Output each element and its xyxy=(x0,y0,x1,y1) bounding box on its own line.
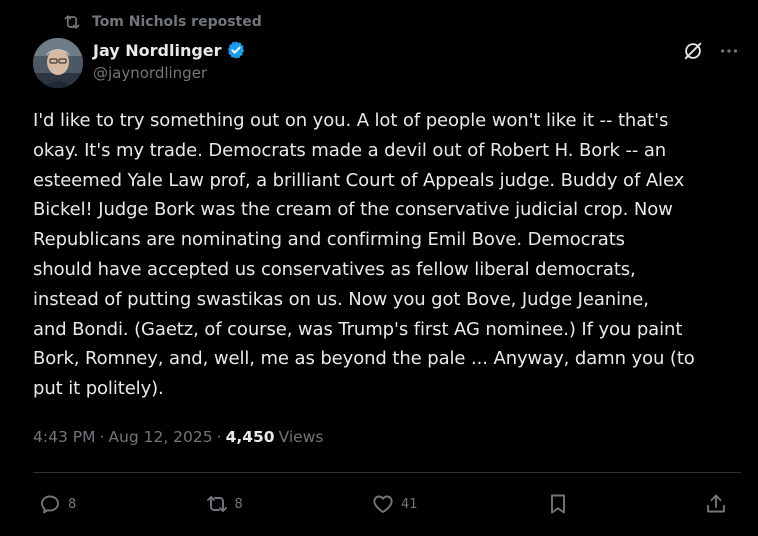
share-icon xyxy=(704,492,728,516)
repost-label: Tom Nichols reposted xyxy=(92,14,262,30)
share-button[interactable] xyxy=(704,492,734,516)
avatar[interactable] xyxy=(33,38,83,88)
avatar-image xyxy=(33,38,83,88)
author-handle[interactable]: @jaynordlinger xyxy=(93,64,246,82)
reply-count: 8 xyxy=(68,496,77,512)
bookmark-icon xyxy=(546,492,570,516)
repost-icon xyxy=(205,492,229,516)
more-icon[interactable] xyxy=(718,40,740,62)
repost-button[interactable]: 8 xyxy=(205,492,243,516)
meta-separator: · xyxy=(216,428,222,446)
repost-count: 8 xyxy=(234,496,243,512)
tweet-meta: 4:43 PM · Aug 12, 2025 · 4,450 Views xyxy=(33,428,323,446)
tweet-text: I'd like to try something out on you. A … xyxy=(33,110,695,400)
verified-badge-icon[interactable] xyxy=(226,40,246,60)
repost-indicator[interactable]: Tom Nichols reposted xyxy=(62,12,262,32)
author-info: Jay Nordlinger @jaynordlinger xyxy=(93,38,246,82)
like-button[interactable]: 41 xyxy=(371,492,418,516)
action-bar: 8 8 41 xyxy=(38,488,734,520)
like-count: 41 xyxy=(401,496,418,512)
bookmark-button[interactable] xyxy=(546,492,576,516)
tweet-date[interactable]: Aug 12, 2025 xyxy=(108,428,212,446)
top-actions xyxy=(682,40,740,62)
heart-icon xyxy=(371,492,395,516)
divider xyxy=(33,472,741,473)
reply-button[interactable]: 8 xyxy=(38,492,76,516)
reply-icon xyxy=(38,492,62,516)
views-label: Views xyxy=(278,428,324,446)
repost-icon xyxy=(62,12,82,32)
meta-separator: · xyxy=(99,428,105,446)
tweet-time[interactable]: 4:43 PM xyxy=(33,428,95,446)
views-count: 4,450 xyxy=(225,428,275,446)
display-name[interactable]: Jay Nordlinger xyxy=(93,41,222,60)
grok-icon[interactable] xyxy=(682,40,704,62)
